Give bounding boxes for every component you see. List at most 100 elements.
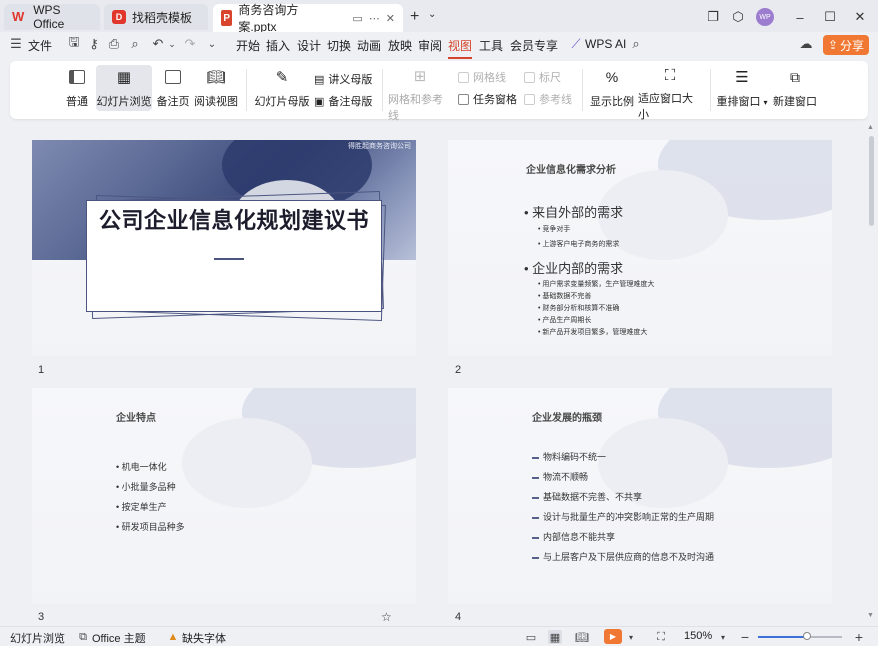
zoom-dropdown-icon[interactable]: ▾	[716, 630, 730, 644]
warning-icon: ▲	[167, 631, 179, 643]
search-icon[interactable]: ⌕	[628, 36, 644, 52]
tab-current-document[interactable]: P 商务咨询方案.pptx ▭ ⋯ ✕	[213, 3, 403, 34]
notes-master-button[interactable]: ▣ 备注母版	[314, 93, 372, 109]
menu-design[interactable]: 设计	[297, 37, 321, 54]
bullet-heading-text: 企业内部的需求	[532, 261, 624, 276]
tab-wps-office[interactable]: W WPS Office	[4, 3, 100, 31]
play-slideshow-button[interactable]: ▶	[604, 629, 622, 644]
scroll-down-icon[interactable]: ▼	[867, 612, 874, 619]
maximize-icon[interactable]: ☐	[820, 7, 840, 27]
chevron-down-icon[interactable]: ▾	[624, 630, 638, 644]
new-window-label: 新建窗口	[773, 96, 817, 108]
cube-icon[interactable]: ⬡	[728, 7, 748, 27]
bullet-item: • 上游客户电子商务的需求	[538, 241, 620, 248]
zoom-in-icon[interactable]: +	[852, 629, 866, 645]
menu-file[interactable]: 文件	[28, 37, 52, 54]
slide-sorter-icon[interactable]: ▦	[548, 630, 562, 644]
chevron-down-icon[interactable]: ⌄	[428, 9, 436, 20]
bullet-dash	[532, 456, 539, 459]
bullet-dash	[532, 476, 539, 479]
tab-docer-templates[interactable]: D 找稻壳模板	[104, 4, 208, 30]
missing-fonts-label[interactable]: 缺失字体	[182, 630, 226, 646]
redo-icon[interactable]: ↷	[182, 36, 198, 52]
normal-view-button[interactable]: 普通	[62, 65, 92, 111]
normal-view-label: 普通	[66, 96, 88, 108]
minimize-icon[interactable]: –	[790, 7, 810, 27]
slide-master-button[interactable]: ✎ 幻灯片母版	[254, 65, 310, 111]
menu-insert[interactable]: 插入	[266, 37, 290, 54]
menu-member[interactable]: 会员专享	[510, 37, 558, 54]
gridlines-checkbox[interactable]: 网格线	[458, 69, 506, 85]
notes-page-button[interactable]: 备注页	[156, 65, 190, 111]
slide-thumbnail-2[interactable]: 企业信息化需求分析 • 来自外部的需求 • 竞争对手 • 上游客户电子商务的需求…	[448, 140, 832, 356]
menu-home[interactable]: 开始	[236, 37, 260, 54]
bullet-item-text: 物料编码不统一	[543, 452, 607, 462]
slide-sorter-button[interactable]: ▦ 幻灯片浏览	[96, 65, 152, 111]
scrollbar-thumb[interactable]	[869, 136, 874, 226]
share-button[interactable]: ⇪ 分享	[823, 35, 869, 55]
bullet-item: 设计与批量生产的冲突影响正常的生产周期	[532, 510, 714, 523]
star-icon[interactable]: ☆	[381, 610, 392, 624]
normal-view-icon[interactable]: ▭	[524, 630, 538, 644]
slide-title: 企业信息化需求分析	[526, 165, 616, 176]
bullet-item: • 财务部分析和核算不准确	[538, 305, 620, 312]
close-tab-icon[interactable]: ✕	[386, 12, 395, 25]
theme-label[interactable]: Office 主题	[92, 630, 146, 646]
bullet-item-text: 研发项目品种多	[121, 522, 185, 532]
share-icon: ⇪	[827, 38, 839, 52]
slide-thumbnail-4[interactable]: 企业发展的瓶颈 物料编码不统一 物流不顺畅 基础数据不完善、不共享 设计与批量生…	[448, 388, 832, 604]
monitor-icon[interactable]: ▭	[352, 12, 362, 25]
cloud-icon[interactable]: ☁	[798, 36, 814, 52]
reading-view-icon[interactable]: 📖︎	[575, 630, 589, 644]
task-pane-checkbox[interactable]: 任务窗格	[458, 91, 517, 107]
undo-dropdown-icon[interactable]: ⌄	[164, 36, 180, 52]
gridlines-label: 网格线	[473, 72, 506, 84]
bullet-item-text: 竞争对手	[542, 226, 571, 233]
menu-review[interactable]: 审阅	[418, 37, 442, 54]
fit-window-icon[interactable]: ⛶	[654, 630, 668, 644]
grid-icon: ⊞	[413, 68, 427, 85]
zoom-button[interactable]: % 显示比例	[590, 65, 634, 111]
zoom-slider-handle[interactable]	[803, 632, 811, 640]
new-window-button[interactable]: ⧉ 新建窗口	[772, 65, 818, 111]
menu-animations[interactable]: 动画	[357, 37, 381, 54]
fit-window-button[interactable]: ⛶ 适应窗口大小	[638, 65, 702, 121]
avatar-button[interactable]: WP	[755, 7, 775, 27]
zoom-level[interactable]: 150%	[684, 630, 712, 642]
handout-master-button[interactable]: ▤ 讲义母版	[314, 71, 372, 87]
grid-guides-button[interactable]: ⊞ 网格和参考线	[388, 65, 452, 122]
slide-thumbnail-1[interactable]: 得胜起商务咨询公司 公司企业信息化规划建议书	[32, 140, 416, 356]
bullet-item: 基础数据不完善、不共享	[532, 490, 642, 503]
window-restore-icon[interactable]: ❐	[703, 7, 723, 27]
reading-view-button[interactable]: 📖︎ 阅读视图	[194, 65, 238, 111]
scroll-up-icon[interactable]: ▲	[867, 124, 874, 131]
notes-page-label: 备注页	[156, 96, 190, 108]
ruler-checkbox[interactable]: 标尺	[524, 69, 561, 85]
guides-checkbox[interactable]: 参考线	[524, 91, 572, 107]
slide-title: 公司企业信息化规划建议书	[98, 208, 369, 233]
zoom-out-icon[interactable]: −	[738, 629, 752, 645]
hamburger-menu-icon[interactable]: ☰	[8, 36, 24, 52]
menu-view[interactable]: 视图	[448, 37, 473, 59]
customize-dropdown-icon[interactable]: ⌄	[204, 36, 220, 52]
slide-company-tag: 得胜起商务咨询公司	[348, 143, 411, 150]
preview-icon[interactable]: ⌕	[127, 36, 143, 52]
slide-sorter-icon: ▦	[116, 69, 132, 86]
menu-slideshow[interactable]: 放映	[388, 37, 412, 54]
slide-master-icon: ✎	[275, 69, 289, 86]
slide-thumbnail-3[interactable]: 企业特点 • 机电一体化 • 小批量多品种 • 按定单生产 • 研发项目品种多	[32, 388, 416, 604]
slide-number: 4	[455, 611, 462, 623]
menu-transitions[interactable]: 切换	[327, 37, 351, 54]
menu-wps-ai[interactable]: WPS AI	[585, 37, 626, 51]
more-icon[interactable]: ⋯	[369, 12, 380, 25]
arrange-all-button[interactable]: ☰ 重排窗口 ▾	[716, 65, 768, 111]
save-icon[interactable]: 🖫	[66, 34, 82, 52]
print-icon[interactable]: ⎙	[106, 36, 122, 52]
task-pane-label: 任务窗格	[473, 94, 517, 106]
bullet-item-text: 用户需求变量频繁，生产管理难度大	[542, 281, 655, 288]
new-tab-icon[interactable]: +	[410, 8, 419, 26]
bullet-item: 与上层客户及下层供应商的信息不及时沟通	[532, 550, 714, 563]
key-icon[interactable]: ⚷	[86, 36, 102, 52]
menu-tools[interactable]: 工具	[479, 37, 503, 54]
close-window-icon[interactable]: ✕	[850, 7, 870, 27]
